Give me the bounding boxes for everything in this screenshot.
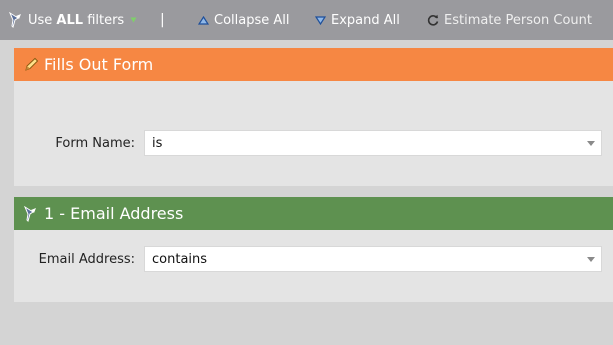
use-all-filters-label: Use ALL filters: [28, 13, 124, 28]
fills-out-form-title: Fills Out Form: [44, 55, 154, 74]
email-address-row: Email Address: contains: [14, 246, 613, 272]
form-name-operator-value: is: [152, 135, 163, 151]
use-all-filters-button[interactable]: Use ALL filters: [9, 0, 137, 40]
refresh-icon: [427, 14, 439, 26]
use-all-bold: ALL: [56, 12, 84, 28]
use-all-prefix: Use: [28, 12, 57, 28]
email-address-filter-panel: 1 - Email Address Email Address: contain…: [14, 197, 613, 302]
filter-funnel-icon: [9, 12, 23, 28]
expand-triangle-icon: [315, 15, 326, 25]
collapse-all-label: Collapse All: [214, 12, 290, 28]
toolbar-separator: |: [160, 12, 165, 28]
email-address-operator-value: contains: [152, 251, 208, 267]
email-address-label: Email Address:: [38, 251, 135, 267]
collapse-all-button[interactable]: Collapse All: [198, 0, 290, 40]
expand-all-button[interactable]: Expand All: [315, 0, 400, 40]
email-address-title: 1 - Email Address: [44, 204, 184, 223]
dropdown-caret-icon: [587, 141, 595, 146]
estimate-person-count-button[interactable]: Estimate Person Count: [427, 0, 592, 40]
form-name-label: Form Name:: [55, 135, 135, 151]
filter-toolbar: Use ALL filters | Collapse All Expand Al…: [0, 0, 613, 40]
email-address-operator-select[interactable]: contains: [144, 246, 602, 272]
fills-out-form-header[interactable]: Fills Out Form: [14, 48, 613, 81]
expand-all-label: Expand All: [331, 12, 400, 28]
estimate-person-count-label: Estimate Person Count: [444, 12, 592, 28]
chevron-down-icon: [130, 17, 137, 23]
dropdown-caret-icon: [587, 257, 595, 262]
form-name-operator-select[interactable]: is: [144, 130, 602, 156]
form-name-row: Form Name: is: [14, 130, 613, 156]
pencil-icon: [23, 57, 39, 73]
use-all-suffix: filters: [83, 12, 125, 28]
filter-funnel-icon: [23, 205, 39, 222]
fills-out-form-filter-panel: Fills Out Form Form Name: is: [14, 48, 613, 186]
collapse-triangle-icon: [198, 15, 209, 25]
email-address-header[interactable]: 1 - Email Address: [14, 197, 613, 230]
